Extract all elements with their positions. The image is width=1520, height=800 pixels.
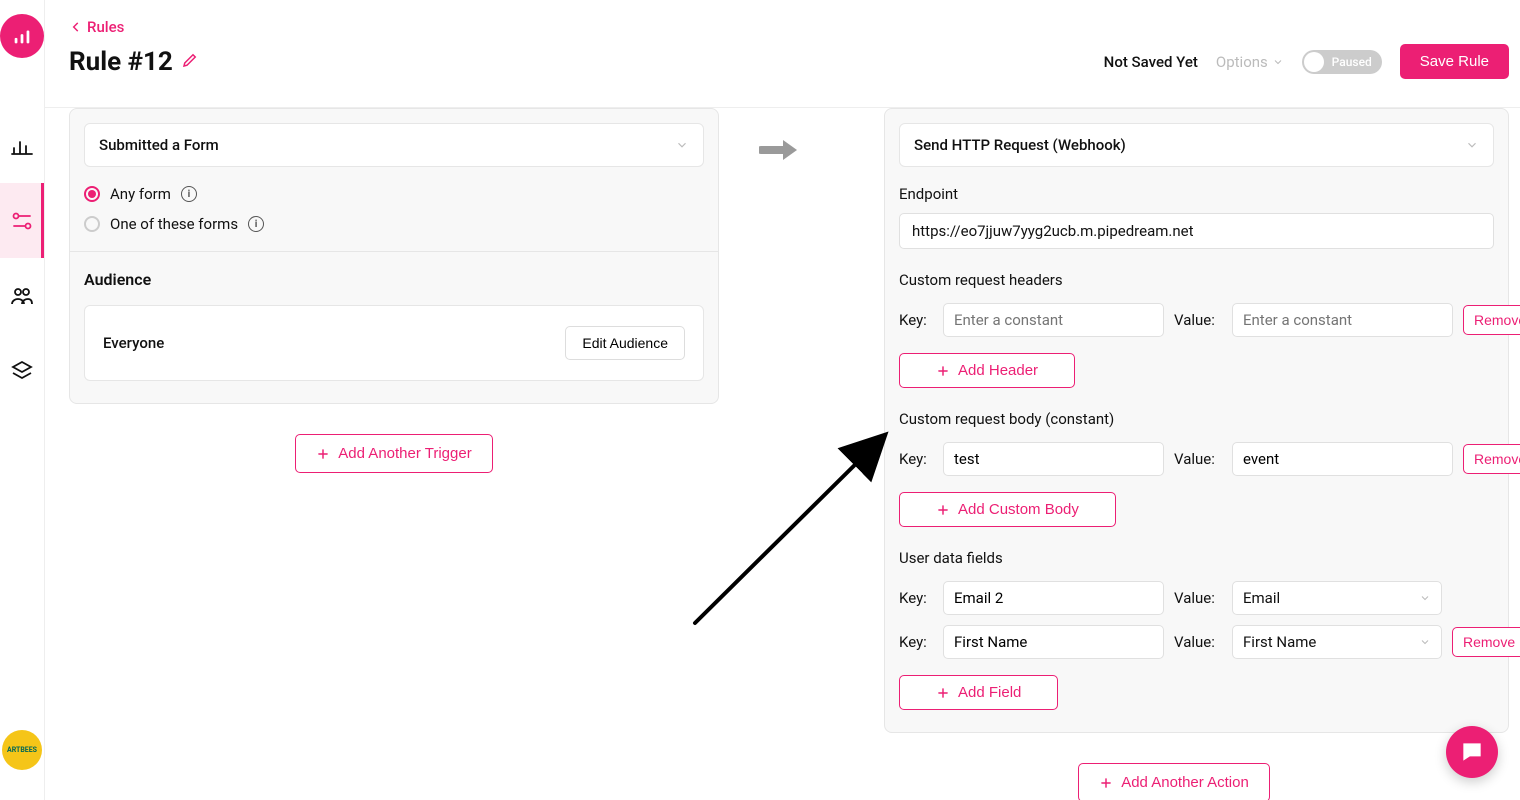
radio-icon <box>84 186 100 202</box>
endpoint-input[interactable] <box>899 213 1494 249</box>
status-toggle[interactable]: Paused <box>1302 50 1382 74</box>
user-avatar[interactable]: ARTBEES <box>2 730 42 770</box>
add-action-label: Add Another Action <box>1121 774 1249 791</box>
header-row: Key: Value: Remove <box>899 303 1494 337</box>
radio-specific-forms[interactable]: One of these forms i <box>84 215 704 233</box>
toggle-label: Paused <box>1332 55 1372 69</box>
edit-audience-button[interactable]: Edit Audience <box>565 326 685 360</box>
value-label: Value: <box>1174 589 1222 607</box>
audience-value: Everyone <box>103 334 164 352</box>
userdata-value-select[interactable]: Email <box>1232 581 1442 615</box>
header-key-input[interactable] <box>943 303 1164 337</box>
trigger-type-label: Submitted a Form <box>99 136 219 154</box>
trigger-panel: Submitted a Form Any form i One <box>69 108 719 404</box>
radio-specific-label: One of these forms <box>110 215 238 233</box>
action-panel: Send HTTP Request (Webhook) Endpoint Cus… <box>884 108 1509 733</box>
add-header-label: Add Header <box>958 362 1038 379</box>
options-label: Options <box>1216 53 1268 71</box>
body-row: Key: Value: Remove <box>899 442 1494 476</box>
header: Rules Rule #12 Not Saved Yet Options <box>45 0 1520 108</box>
userdata-key-input[interactable] <box>943 625 1164 659</box>
save-button[interactable]: Save Rule <box>1400 44 1509 79</box>
key-label: Key: <box>899 589 933 607</box>
add-trigger-button[interactable]: Add Another Trigger <box>295 434 492 473</box>
remove-userdata-button[interactable]: Remove <box>1452 627 1520 657</box>
value-label: Value: <box>1174 311 1222 329</box>
nav-content[interactable] <box>0 333 44 408</box>
key-label: Key: <box>899 450 933 468</box>
userdata-value-select[interactable]: First Name <box>1232 625 1442 659</box>
info-icon[interactable]: i <box>181 186 197 202</box>
headers-title: Custom request headers <box>899 271 1494 289</box>
radio-icon <box>84 216 100 232</box>
edit-title-icon[interactable] <box>181 51 199 73</box>
avatar-label: ARTBEES <box>7 746 37 754</box>
toggle-knob <box>1304 52 1324 72</box>
userdata-row: Key: Value: Email <box>899 581 1494 615</box>
form-scope-group: Any form i One of these forms i <box>70 167 718 251</box>
audience-box: Everyone Edit Audience <box>84 305 704 381</box>
userdata-title: User data fields <box>899 549 1494 567</box>
add-header-button[interactable]: Add Header <box>899 353 1075 388</box>
info-icon[interactable]: i <box>248 216 264 232</box>
nav-people[interactable] <box>0 258 44 333</box>
header-value-input[interactable] <box>1232 303 1453 337</box>
key-label: Key: <box>899 311 933 329</box>
action-type-label: Send HTTP Request (Webhook) <box>914 136 1126 154</box>
add-trigger-label: Add Another Trigger <box>338 445 471 462</box>
sidebar: ARTBEES <box>0 0 45 800</box>
add-action-button[interactable]: Add Another Action <box>1078 763 1270 800</box>
nav-analytics[interactable] <box>0 108 44 183</box>
breadcrumb-back[interactable]: Rules <box>69 18 1509 36</box>
remove-header-button[interactable]: Remove <box>1463 305 1520 335</box>
userdata-key-input[interactable] <box>943 581 1164 615</box>
key-label: Key: <box>899 633 933 651</box>
value-label: Value: <box>1174 450 1222 468</box>
add-body-button[interactable]: Add Custom Body <box>899 492 1116 527</box>
userdata-row: Key: Value: First Name Remove <box>899 625 1494 659</box>
radio-any-form[interactable]: Any form i <box>84 185 704 203</box>
nav <box>0 108 44 408</box>
value-label: Value: <box>1174 633 1222 651</box>
body-value-input[interactable] <box>1232 442 1453 476</box>
endpoint-label: Endpoint <box>899 185 1494 203</box>
add-field-label: Add Field <box>958 684 1021 701</box>
body-key-input[interactable] <box>943 442 1164 476</box>
page-title: Rule #12 <box>69 47 173 77</box>
save-status: Not Saved Yet <box>1104 53 1198 71</box>
body-title: Custom request body (constant) <box>899 410 1494 428</box>
main: Rules Rule #12 Not Saved Yet Options <box>45 0 1520 800</box>
add-body-label: Add Custom Body <box>958 501 1079 518</box>
breadcrumb-label: Rules <box>87 18 124 36</box>
chat-launcher[interactable] <box>1446 726 1498 778</box>
action-type-select[interactable]: Send HTTP Request (Webhook) <box>899 123 1494 167</box>
options-dropdown[interactable]: Options <box>1216 53 1284 71</box>
app-logo[interactable] <box>0 14 44 58</box>
add-field-button[interactable]: Add Field <box>899 675 1058 710</box>
audience-section-title: Audience <box>84 270 704 289</box>
trigger-type-select[interactable]: Submitted a Form <box>84 123 704 167</box>
flow-arrow-icon <box>759 130 799 170</box>
content: Submitted a Form Any form i One <box>45 108 1520 800</box>
nav-automation[interactable] <box>0 183 44 258</box>
radio-any-label: Any form <box>110 185 171 203</box>
remove-body-button[interactable]: Remove <box>1463 444 1520 474</box>
